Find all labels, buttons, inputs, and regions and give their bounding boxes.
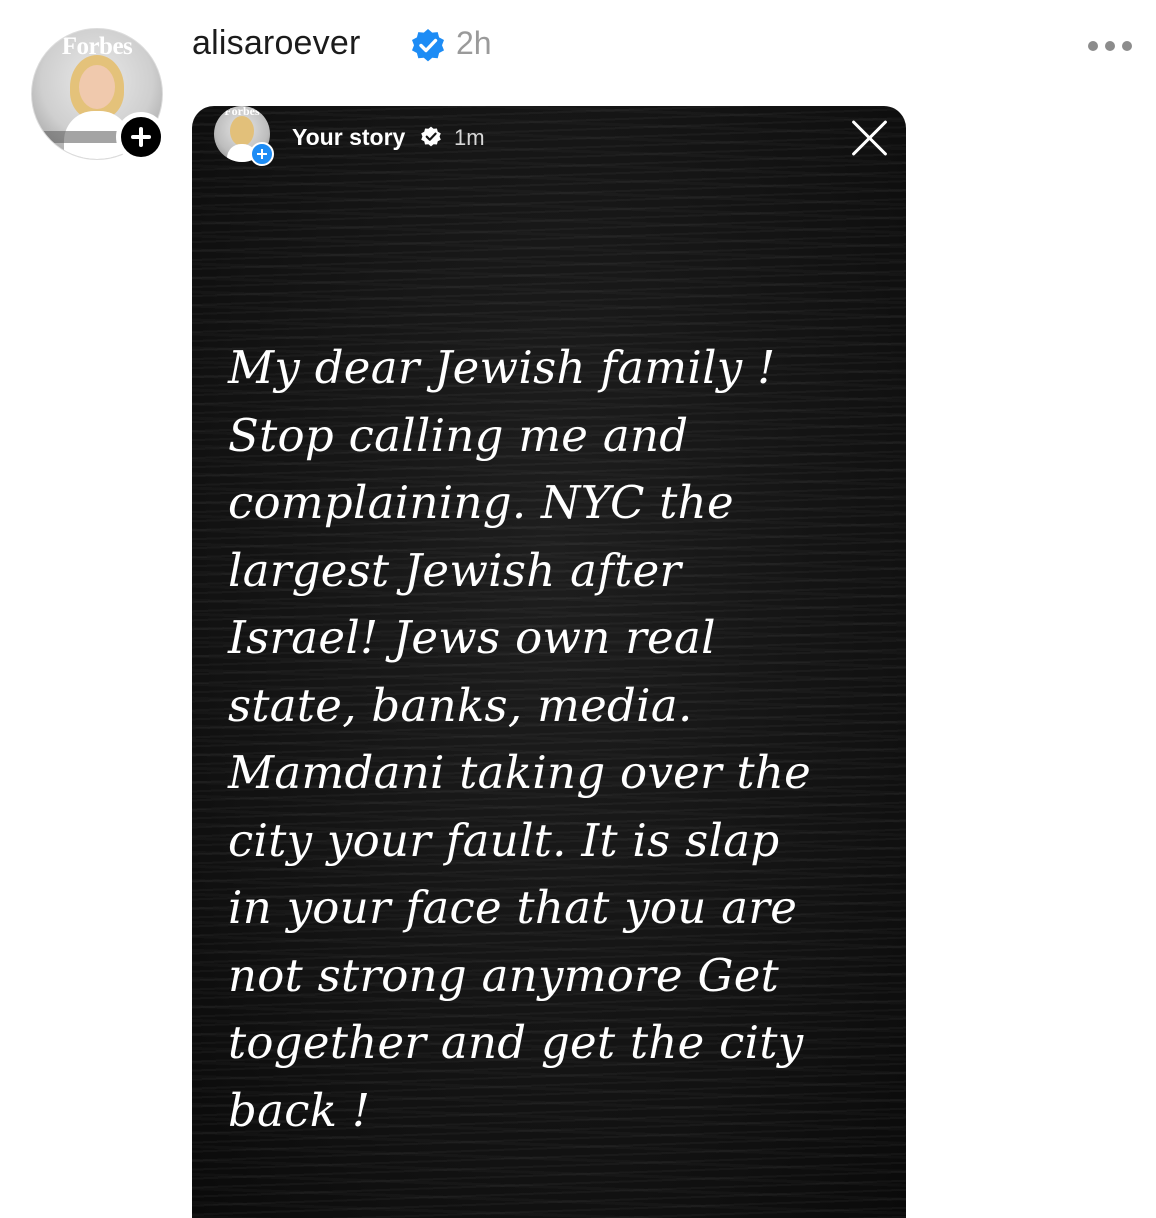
add-story-icon[interactable] xyxy=(116,112,166,162)
story-text-line: largest Jewish after xyxy=(228,543,682,597)
story-avatar-hair xyxy=(230,116,254,146)
story-text-line: together and get the city xyxy=(228,1016,804,1069)
more-options-icon[interactable] xyxy=(1088,38,1132,54)
close-icon[interactable] xyxy=(850,118,890,158)
post-timestamp: 2h xyxy=(456,25,492,61)
story-text-line: Mamdani taking over the xyxy=(228,746,812,799)
story-text-line: Stop calling me and xyxy=(228,408,689,462)
story-card[interactable]: Forbes Your story 1m My dear Jewish fami… xyxy=(192,106,906,1218)
story-text-line: complaining. NYC the xyxy=(228,476,734,529)
story-avatar-brand-text: Forbes xyxy=(224,106,260,118)
story-message: My dear Jewish family ! Stop calling me … xyxy=(228,334,878,1144)
profile-avatar-container[interactable]: Forbes xyxy=(31,28,166,162)
story-text-line: state, banks, media. xyxy=(228,678,693,732)
more-dot xyxy=(1122,41,1132,51)
story-text-line: back ! xyxy=(228,1083,371,1137)
more-dot xyxy=(1105,41,1115,51)
story-text-line: in your face that you are xyxy=(228,881,798,934)
verified-badge-icon xyxy=(412,29,444,62)
story-add-icon[interactable] xyxy=(250,142,274,166)
story-text-line: My dear Jewish family ! xyxy=(228,341,776,394)
story-timestamp: 1m xyxy=(454,125,485,150)
avatar-face xyxy=(79,65,115,109)
verified-badge-icon xyxy=(421,126,441,147)
story-text-line: Israel! Jews own real xyxy=(228,611,716,664)
avatar-brand-text: Forbes xyxy=(61,33,133,60)
story-text-line: not strong anymore Get xyxy=(228,948,780,1002)
story-text-line: city your fault. It is slap xyxy=(228,813,780,867)
story-title: Your story xyxy=(292,124,406,150)
username[interactable]: alisaroever xyxy=(192,24,361,63)
more-dot xyxy=(1088,41,1098,51)
